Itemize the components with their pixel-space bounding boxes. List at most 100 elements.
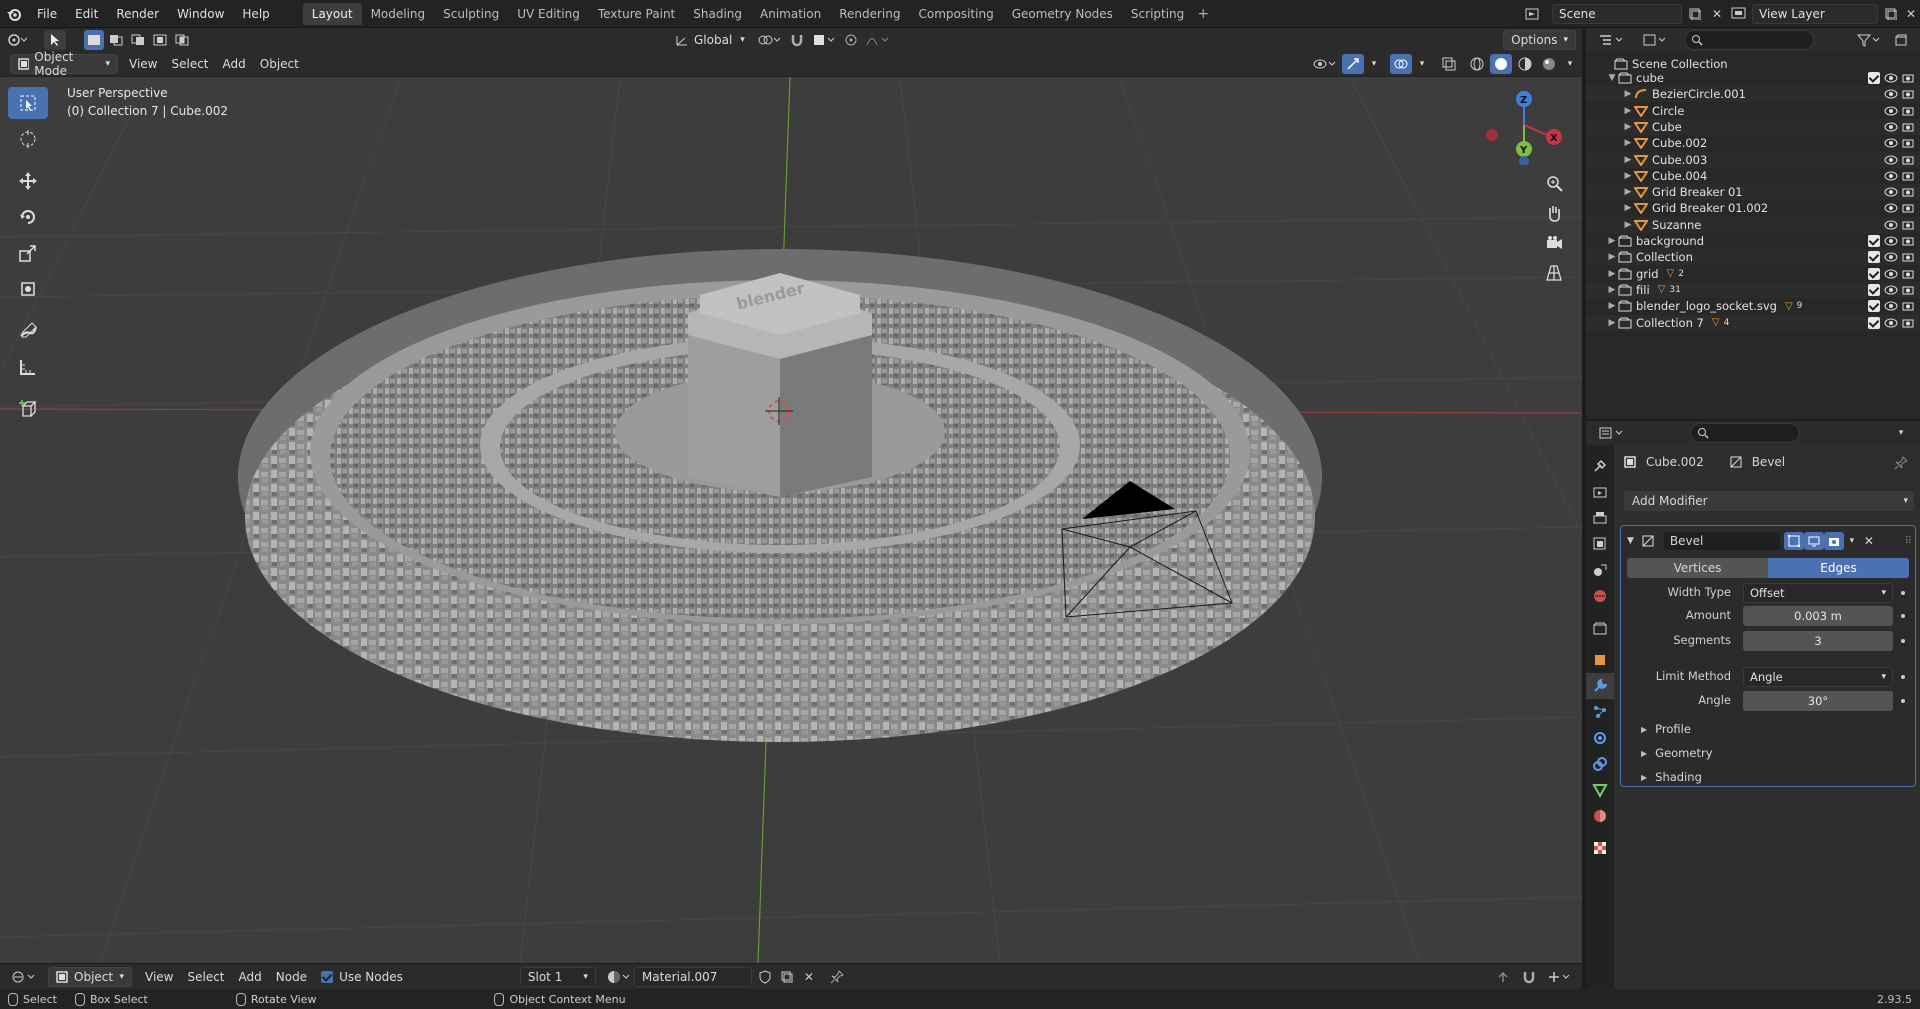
viewport-menu-view[interactable]: View	[122, 54, 164, 74]
tab-rendering[interactable]: Rendering	[830, 3, 909, 25]
eye-icon[interactable]	[1884, 89, 1898, 99]
outliner-row[interactable]: ▶ Collection 7 ▽ 4	[1586, 314, 1920, 331]
new-collection-icon[interactable]	[1890, 30, 1912, 50]
eye-icon[interactable]	[1884, 171, 1898, 181]
render-toggle-icon[interactable]	[1823, 532, 1844, 550]
render-camera-icon[interactable]	[1902, 73, 1914, 83]
scene-tab-icon[interactable]	[1586, 557, 1614, 583]
render-camera-icon[interactable]	[1902, 138, 1914, 148]
proportional-falloff-icon[interactable]	[862, 30, 894, 50]
exclude-checkbox[interactable]	[1868, 267, 1880, 280]
expand-right-icon[interactable]: ▶	[1622, 155, 1634, 165]
eye-icon[interactable]	[1884, 269, 1898, 279]
shading-options-chevron-icon[interactable]: ▾	[1562, 54, 1578, 74]
outliner-row[interactable]: ▶ Cube.004	[1586, 168, 1920, 184]
visibility-filter-icon[interactable]	[1310, 54, 1340, 74]
outliner-row[interactable]: ▶ Suzanne	[1586, 216, 1920, 233]
pan-hand-icon[interactable]	[1540, 199, 1568, 227]
render-camera-icon[interactable]	[1902, 252, 1914, 262]
tool-tab-icon[interactable]	[1586, 453, 1614, 479]
properties-editor-type-icon[interactable]	[1596, 423, 1628, 443]
exclude-checkbox[interactable]	[1868, 72, 1880, 84]
keyframe-dot-icon[interactable]	[1901, 591, 1905, 595]
tab-sculpting[interactable]: Sculpting	[434, 3, 508, 25]
options-dropdown[interactable]: Options ▾	[1503, 30, 1576, 50]
render-tab-icon[interactable]	[1586, 479, 1614, 505]
node-menu-node[interactable]: Node	[269, 967, 314, 987]
view-layer-icon[interactable]	[1728, 4, 1750, 24]
particles-tab-icon[interactable]	[1586, 699, 1614, 725]
render-camera-icon[interactable]	[1902, 236, 1914, 246]
realtime-toggle-icon[interactable]	[1803, 532, 1824, 550]
properties-options-chevron-icon[interactable]: ▾	[1890, 423, 1912, 443]
tab-compositing[interactable]: Compositing	[909, 3, 1002, 25]
angle-field[interactable]: 30°	[1743, 691, 1893, 711]
outliner-row[interactable]: ▶ Cube.002	[1586, 135, 1920, 151]
render-camera-icon[interactable]	[1902, 301, 1914, 311]
transform-orientation-dropdown[interactable]: Global ▾	[668, 30, 752, 50]
affect-vertices-button[interactable]: Vertices	[1627, 558, 1768, 578]
outliner-row[interactable]: ▶ grid ▽ 2	[1586, 266, 1920, 282]
render-camera-icon[interactable]	[1902, 269, 1914, 279]
duplicate-material-icon[interactable]	[776, 967, 798, 987]
width-type-dropdown[interactable]: Offset ▾	[1743, 583, 1893, 603]
render-camera-icon[interactable]	[1902, 285, 1914, 295]
expand-right-icon[interactable]: ▶	[1606, 285, 1618, 295]
outliner-row[interactable]: ▶ Grid Breaker 01.002	[1586, 200, 1920, 216]
outliner-editor-type-icon[interactable]	[1596, 30, 1628, 50]
pin-icon[interactable]	[1890, 453, 1912, 473]
segments-field[interactable]: 3	[1743, 631, 1893, 651]
eye-icon[interactable]	[1884, 301, 1898, 311]
tab-animation[interactable]: Animation	[751, 3, 830, 25]
parent-node-icon[interactable]	[1492, 967, 1514, 987]
render-camera-icon[interactable]	[1902, 106, 1914, 116]
3d-viewport[interactable]: blender User Perspective (0) Collection …	[0, 77, 1582, 963]
select-tool-cursor-icon[interactable]	[44, 30, 66, 50]
view-layer-field[interactable]: View Layer	[1752, 4, 1878, 24]
limit-method-dropdown[interactable]: Angle ▾	[1743, 667, 1893, 687]
expand-right-icon[interactable]: ▶	[1622, 106, 1634, 116]
gizmo-neg-x-axis[interactable]	[1486, 129, 1498, 141]
expand-right-icon[interactable]: ▶	[1622, 171, 1634, 181]
snap-increment-icon[interactable]	[808, 30, 840, 50]
viewport-menu-select[interactable]: Select	[164, 54, 215, 74]
tab-geometry-nodes[interactable]: Geometry Nodes	[1003, 3, 1122, 25]
eye-icon[interactable]	[1884, 138, 1898, 148]
eye-icon[interactable]	[1884, 203, 1898, 213]
render-camera-icon[interactable]	[1902, 220, 1914, 230]
gizmo-toggle-icon[interactable]	[1342, 54, 1364, 74]
menu-render[interactable]: Render	[107, 0, 168, 28]
delete-view-layer-icon[interactable]: ✕	[1900, 4, 1920, 24]
outliner-row[interactable]: ▼ cube	[1586, 70, 1920, 86]
material-preview-shading-icon[interactable]	[1514, 54, 1536, 74]
exclude-checkbox[interactable]	[1868, 283, 1880, 296]
exclude-checkbox[interactable]	[1868, 316, 1880, 329]
wireframe-shading-icon[interactable]	[1466, 54, 1488, 74]
eye-icon[interactable]	[1884, 285, 1898, 295]
subpanel-geometry[interactable]: ▶ Geometry	[1641, 746, 1713, 760]
fake-user-shield-icon[interactable]	[754, 967, 776, 987]
keyframe-dot-icon[interactable]	[1901, 699, 1905, 703]
outliner-row[interactable]: ▶ BezierCircle.001	[1586, 86, 1920, 103]
scene-selector-icon[interactable]	[1522, 4, 1544, 24]
edit-mode-toggle-icon[interactable]	[1783, 532, 1804, 550]
object-tab-icon[interactable]	[1586, 647, 1614, 673]
add-cube-tool-icon[interactable]	[8, 393, 48, 425]
subpanel-profile[interactable]: ▶ Profile	[1641, 722, 1691, 736]
expand-right-icon[interactable]: ▶	[1606, 269, 1618, 279]
node-menu-select[interactable]: Select	[180, 967, 231, 987]
new-scene-icon[interactable]	[1684, 4, 1706, 24]
outliner-row[interactable]: ▶ Cube.003	[1586, 151, 1920, 168]
render-camera-icon[interactable]	[1902, 203, 1914, 213]
node-menu-add[interactable]: Add	[232, 967, 269, 987]
expand-right-icon[interactable]: ▶	[1606, 252, 1618, 262]
render-camera-icon[interactable]	[1902, 122, 1914, 132]
select-new-icon[interactable]	[84, 30, 104, 50]
scale-tool-icon[interactable]	[8, 237, 48, 269]
pivot-point-icon[interactable]	[752, 30, 786, 50]
proportional-edit-icon[interactable]	[840, 30, 862, 50]
outliner-row[interactable]: ▶ blender_logo_socket.svg ▽ 9	[1586, 298, 1920, 314]
eye-icon[interactable]	[1884, 236, 1898, 246]
properties-search-input[interactable]	[1690, 423, 1800, 443]
expand-right-icon[interactable]: ▶	[1606, 236, 1618, 246]
